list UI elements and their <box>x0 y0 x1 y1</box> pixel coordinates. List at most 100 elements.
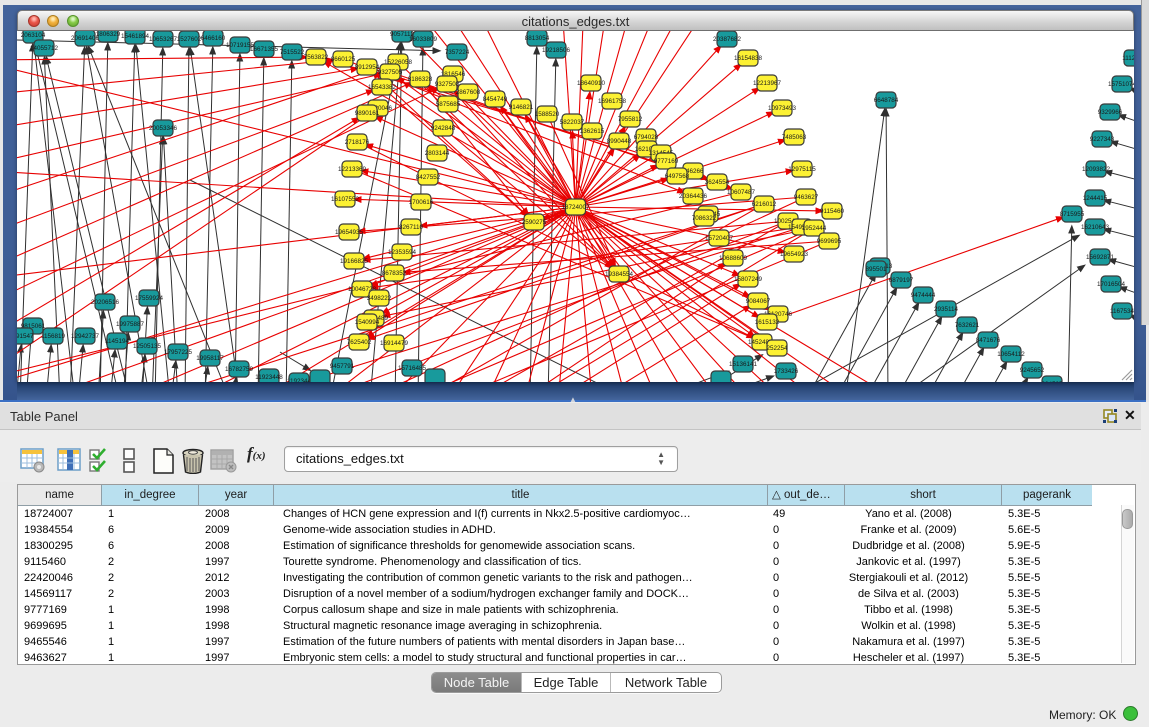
svg-text:9474444: 9474444 <box>911 292 936 299</box>
svg-text:7632621: 7632621 <box>955 322 980 329</box>
svg-text:1167534: 1167534 <box>1110 308 1134 315</box>
svg-text:10653267: 10653267 <box>149 36 178 43</box>
svg-text:6648784: 6648784 <box>874 97 899 104</box>
svg-text:18640910: 18640910 <box>577 80 606 87</box>
svg-text:10607487: 10607487 <box>727 189 756 196</box>
svg-text:895501: 895501 <box>865 266 887 273</box>
svg-text:9227343: 9227343 <box>1090 136 1115 143</box>
svg-text:7515522: 7515522 <box>280 49 305 56</box>
svg-text:9245652: 9245652 <box>1020 367 1045 374</box>
svg-text:7563822: 7563822 <box>304 54 329 61</box>
svg-text:15692871: 15692871 <box>1086 254 1115 261</box>
svg-text:15461894: 15461894 <box>121 33 150 40</box>
svg-text:7955812: 7955812 <box>618 116 643 123</box>
svg-text:8813054: 8813054 <box>525 35 550 42</box>
svg-text:12353594: 12353594 <box>388 249 417 256</box>
svg-text:2718176: 2718176 <box>345 139 370 146</box>
svg-text:1156819: 1156819 <box>41 333 66 340</box>
svg-text:8186328: 8186328 <box>408 76 433 83</box>
svg-text:9146821: 9146821 <box>509 104 534 111</box>
svg-text:10654112: 10654112 <box>997 351 1025 358</box>
svg-text:12505135: 12505135 <box>133 343 162 350</box>
svg-text:1540994: 1540994 <box>355 319 380 326</box>
svg-text:1145194: 1145194 <box>105 338 130 345</box>
svg-text:16210643: 16210643 <box>1081 224 1110 231</box>
svg-text:16671355: 16671355 <box>250 46 279 53</box>
svg-text:16961758: 16961758 <box>598 98 627 105</box>
svg-text:1615132: 1615132 <box>755 319 780 326</box>
svg-text:9242848: 9242848 <box>431 125 456 132</box>
svg-text:17016504: 17016504 <box>1097 281 1126 288</box>
svg-text:7625402: 7625402 <box>347 339 372 346</box>
svg-text:1733426: 1733426 <box>774 368 799 375</box>
svg-text:12213369: 12213369 <box>338 166 367 173</box>
svg-text:10688609: 10688609 <box>719 255 748 262</box>
svg-text:5875685: 5875685 <box>436 101 461 108</box>
svg-text:2867608: 2867608 <box>456 89 481 96</box>
svg-text:9890161: 9890161 <box>355 110 380 117</box>
svg-text:16782759: 16782759 <box>225 366 254 373</box>
svg-text:5822037: 5822037 <box>560 119 585 126</box>
svg-text:14055712: 14055712 <box>30 45 59 52</box>
svg-text:1588520: 1588520 <box>535 111 560 118</box>
svg-text:1112530: 1112530 <box>1122 55 1134 62</box>
svg-text:10973493: 10973493 <box>768 105 797 112</box>
svg-text:9329966: 9329966 <box>1098 109 1123 116</box>
svg-text:2935114: 2935114 <box>934 306 959 313</box>
svg-text:17559924: 17559924 <box>135 295 164 302</box>
svg-text:20206516: 20206516 <box>91 299 120 306</box>
svg-text:9777169: 9777169 <box>654 158 679 165</box>
svg-text:7357224: 7357224 <box>445 49 470 56</box>
svg-text:17957225: 17957225 <box>164 349 193 356</box>
svg-text:8454749: 8454749 <box>483 96 508 103</box>
svg-text:16154838: 16154838 <box>734 55 763 62</box>
svg-text:15720407: 15720407 <box>705 235 734 242</box>
svg-text:9327505: 9327505 <box>378 69 403 76</box>
svg-text:9084067: 9084067 <box>746 298 771 305</box>
svg-text:6216012: 6216012 <box>752 201 777 208</box>
svg-text:6879197: 6879197 <box>889 277 914 284</box>
svg-text:9327508: 9327508 <box>435 81 460 88</box>
svg-text:8471676: 8471676 <box>976 337 1001 344</box>
svg-text:20364436: 20364436 <box>679 193 708 200</box>
svg-text:11923448: 11923448 <box>255 374 283 381</box>
svg-text:16543382: 16543382 <box>368 84 397 91</box>
svg-text:7086322: 7086322 <box>692 215 717 222</box>
svg-text:7485063: 7485063 <box>782 134 807 141</box>
svg-text:8715955: 8715955 <box>1060 211 1085 218</box>
svg-text:15716485: 15716485 <box>398 365 427 372</box>
svg-text:1952444: 1952444 <box>802 225 827 232</box>
svg-text:391547: 391547 <box>17 333 34 340</box>
svg-text:252254: 252254 <box>766 345 788 352</box>
svg-text:15136141: 15136141 <box>729 361 758 368</box>
svg-text:16033809: 16033809 <box>409 36 438 43</box>
svg-text:20053346: 20053346 <box>149 125 178 132</box>
svg-text:12942737: 12942737 <box>71 333 100 340</box>
svg-text:1244415: 1244415 <box>1083 195 1108 202</box>
svg-text:2803144: 2803144 <box>425 150 450 157</box>
svg-text:19384554: 19384554 <box>605 271 634 278</box>
svg-text:8912954: 8912954 <box>355 64 380 71</box>
svg-text:15807249: 15807249 <box>734 276 763 283</box>
svg-text:9463627: 9463627 <box>794 194 819 201</box>
svg-text:1527602: 1527602 <box>177 36 202 43</box>
svg-text:1700616: 1700616 <box>409 199 434 206</box>
svg-text:16107552: 16107552 <box>331 196 360 203</box>
svg-text:9115460: 9115460 <box>820 208 845 215</box>
svg-text:16914479: 16914479 <box>380 340 409 347</box>
svg-text:8678352: 8678352 <box>382 270 407 277</box>
svg-text:15751074: 15751074 <box>1108 81 1134 88</box>
svg-text:19654935: 19654935 <box>335 229 364 236</box>
svg-text:8990448: 8990448 <box>607 138 632 145</box>
svg-text:2063104: 2063104 <box>21 32 46 39</box>
svg-text:9457791: 9457791 <box>330 363 355 370</box>
svg-text:8267110: 8267110 <box>399 224 424 231</box>
svg-text:3498222: 3498222 <box>367 295 392 302</box>
svg-text:8660125: 8660125 <box>331 56 356 63</box>
svg-text:6466160: 6466160 <box>201 35 226 42</box>
svg-text:8427552: 8427552 <box>416 174 441 181</box>
svg-text:19958117: 19958117 <box>196 355 224 362</box>
svg-text:12093822: 12093822 <box>1082 166 1111 173</box>
svg-text:1806329: 1806329 <box>96 31 121 38</box>
svg-text:6794028: 6794028 <box>634 134 659 141</box>
